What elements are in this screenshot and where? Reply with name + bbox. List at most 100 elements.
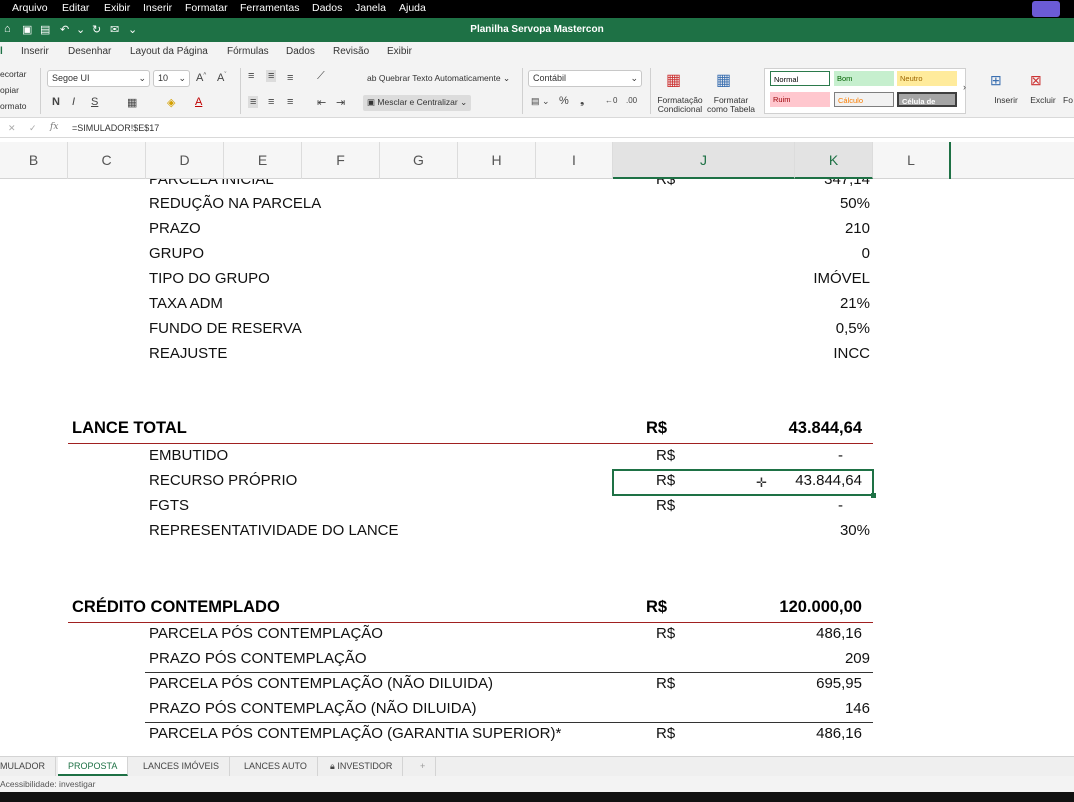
merge-center-button[interactable]: ▣ Mesclar e Centralizar ⌄ [363, 95, 471, 111]
tab-desenhar[interactable]: Desenhar [68, 46, 111, 57]
column-header-h[interactable]: H [458, 142, 536, 179]
align-left-icon[interactable]: ≡ [248, 96, 259, 108]
menu-arquivo[interactable]: Arquivo [12, 2, 48, 14]
table-row[interactable]: PRAZO PÓS CONTEMPLAÇÃO 209 [0, 650, 1074, 670]
table-row[interactable]: REDUÇÃO NA PARCELA 50% [0, 195, 1074, 215]
table-row[interactable]: PARCELA PÓS CONTEMPLAÇÃO (NÃO DILUIDA) R… [0, 675, 1074, 695]
table-row[interactable]: GRUPO 0 [0, 245, 1074, 265]
sheet-tab-proposta[interactable]: PROPOSTA [58, 757, 129, 776]
borders-icon[interactable]: ▦ [127, 96, 137, 109]
style-neutro[interactable]: Neutro [897, 71, 957, 86]
section-header-credito[interactable]: CRÉDITO CONTEMPLADO R$ 120.000,00 [0, 598, 1074, 622]
align-right-icon[interactable]: ≡ [287, 96, 293, 108]
table-row[interactable]: FUNDO DE RESERVA 0,5% [0, 320, 1074, 340]
number-format-select[interactable]: Contábil ⌄ [528, 70, 642, 87]
accounting-format-icon[interactable]: ▤ ⌄ [531, 96, 550, 107]
section-header-lance[interactable]: LANCE TOTAL R$ 43.844,64 [0, 419, 1074, 443]
table-row[interactable]: PARCELA PÓS CONTEMPLAÇÃO R$ 486,16 [0, 625, 1074, 645]
tab-revisao[interactable]: Revisão [333, 46, 369, 57]
style-ruim[interactable]: Ruim [770, 92, 830, 107]
table-row[interactable]: REAJUSTE INCC [0, 345, 1074, 365]
table-row[interactable]: PRAZO 210 [0, 220, 1074, 240]
fill-color-icon[interactable]: ◈ [167, 96, 175, 109]
insert-cells-icon[interactable]: ⊞ [990, 72, 1002, 89]
style-celula-verificacao[interactable]: Célula de Ver... [897, 92, 957, 115]
table-row[interactable]: REPRESENTATIVIDADE DO LANCE 30% [0, 522, 1074, 542]
table-row[interactable]: TAXA ADM 21% [0, 295, 1074, 315]
copy-button[interactable]: opiar [0, 86, 19, 95]
table-row[interactable]: TIPO DO GRUPO IMÓVEL [0, 270, 1074, 290]
menu-janela[interactable]: Janela [355, 2, 386, 14]
wrap-text-button[interactable]: ab Quebrar Texto Automaticamente ⌄ [367, 74, 510, 83]
sheet-tab-investidor[interactable]: 🔒︎ INVESTIDOR [320, 757, 404, 776]
sheet-tab-lances-imoveis[interactable]: LANCES IMÓVEIS [133, 757, 231, 776]
column-header-c[interactable]: C [68, 142, 146, 179]
align-bottom-icon[interactable]: ≡ [287, 72, 293, 84]
menu-exibir[interactable]: Exibir [104, 2, 130, 14]
align-top-icon[interactable]: ≡ [248, 70, 254, 82]
add-sheet-icon[interactable]: + [410, 757, 437, 776]
increase-font-icon[interactable]: A^ [196, 72, 206, 84]
table-row[interactable]: PRAZO PÓS CONTEMPLAÇÃO (NÃO DILUIDA) 146 [0, 700, 1074, 720]
decrease-font-icon[interactable]: Aˇ [217, 72, 226, 84]
increase-decimal-icon[interactable]: ←0 [605, 96, 617, 105]
menu-editar[interactable]: Editar [62, 2, 89, 14]
delete-cells-icon[interactable]: ⊠ [1030, 72, 1042, 89]
bold-icon[interactable]: N [52, 96, 60, 108]
formula-input[interactable]: =SIMULADOR!$E$17 [72, 123, 159, 133]
table-row[interactable]: EMBUTIDO R$ - [0, 447, 1074, 467]
accessibility-status[interactable]: Acessibilidade: investigar [0, 779, 95, 789]
table-row[interactable]: FGTS R$ - [0, 497, 1074, 517]
column-header-i[interactable]: I [536, 142, 613, 179]
selected-cell[interactable]: ✛ [612, 469, 876, 498]
table-row[interactable]: PARCELA INICIAL R$ 347,14 [0, 179, 1074, 191]
format-as-table-button[interactable]: Formatar como Tabela [706, 96, 756, 114]
orientation-icon[interactable]: ⟋ [317, 70, 325, 83]
insert-button[interactable]: Inserir [989, 96, 1023, 105]
confirm-icon[interactable]: ✓ [29, 123, 37, 134]
delete-button[interactable]: Excluir [1026, 96, 1060, 105]
menu-ferramentas[interactable]: Ferramentas [240, 2, 300, 14]
menu-formatar[interactable]: Formatar [185, 2, 228, 14]
format-as-table-icon[interactable]: ▦ [716, 70, 731, 90]
menu-inserir[interactable]: Inserir [143, 2, 172, 14]
sheet-tab-lances-auto[interactable]: LANCES AUTO [234, 757, 318, 776]
column-header-d[interactable]: D [146, 142, 224, 179]
tab-inserir[interactable]: Inserir [21, 46, 49, 57]
align-center-icon[interactable]: ≡ [268, 96, 274, 108]
column-header-g[interactable]: G [380, 142, 458, 179]
comma-style-icon[interactable]: ❟ [580, 95, 584, 108]
tab-exibir[interactable]: Exibir [387, 46, 412, 57]
underline-icon[interactable]: S [91, 96, 98, 108]
table-row[interactable]: PARCELA PÓS CONTEMPLAÇÃO (GARANTIA SUPER… [0, 725, 1074, 745]
decrease-decimal-icon[interactable]: .00 [626, 96, 637, 105]
style-normal[interactable]: Normal [770, 71, 830, 86]
font-name-select[interactable]: Segoe UI ⌄ [47, 70, 150, 87]
column-header-e[interactable]: E [224, 142, 302, 179]
menu-dados[interactable]: Dados [312, 2, 342, 14]
format-button[interactable]: Fo [1063, 96, 1074, 105]
percent-icon[interactable]: % [559, 95, 569, 107]
decrease-indent-icon[interactable]: ⇤ [317, 96, 326, 109]
column-header-j[interactable]: J [613, 142, 795, 179]
cut-button[interactable]: ecortar [0, 70, 26, 79]
tab-home-fragment[interactable]: l [0, 46, 3, 57]
fx-icon[interactable]: fx [50, 122, 58, 132]
tab-dados[interactable]: Dados [286, 46, 315, 57]
style-calculo[interactable]: Cálculo [834, 92, 894, 107]
chevron-right-icon[interactable]: › [963, 82, 966, 92]
italic-icon[interactable]: I [72, 96, 75, 108]
font-size-select[interactable]: 10 ⌄ [153, 70, 190, 87]
font-color-icon[interactable]: A [195, 96, 202, 108]
conditional-format-icon[interactable]: ▦ [666, 70, 681, 90]
conditional-format-button[interactable]: Formatação Condicional [654, 96, 706, 114]
menu-ajuda[interactable]: Ajuda [399, 2, 426, 14]
sheet-tab-simulador[interactable]: MULADOR [0, 757, 57, 776]
increase-indent-icon[interactable]: ⇥ [336, 96, 345, 109]
column-header-f[interactable]: F [302, 142, 380, 179]
tab-formulas[interactable]: Fórmulas [227, 46, 269, 57]
tab-layout[interactable]: Layout da Página [130, 46, 208, 57]
style-bom[interactable]: Bom [834, 71, 894, 86]
column-header-b[interactable]: B [0, 142, 68, 179]
column-header-l[interactable]: L [873, 142, 951, 179]
